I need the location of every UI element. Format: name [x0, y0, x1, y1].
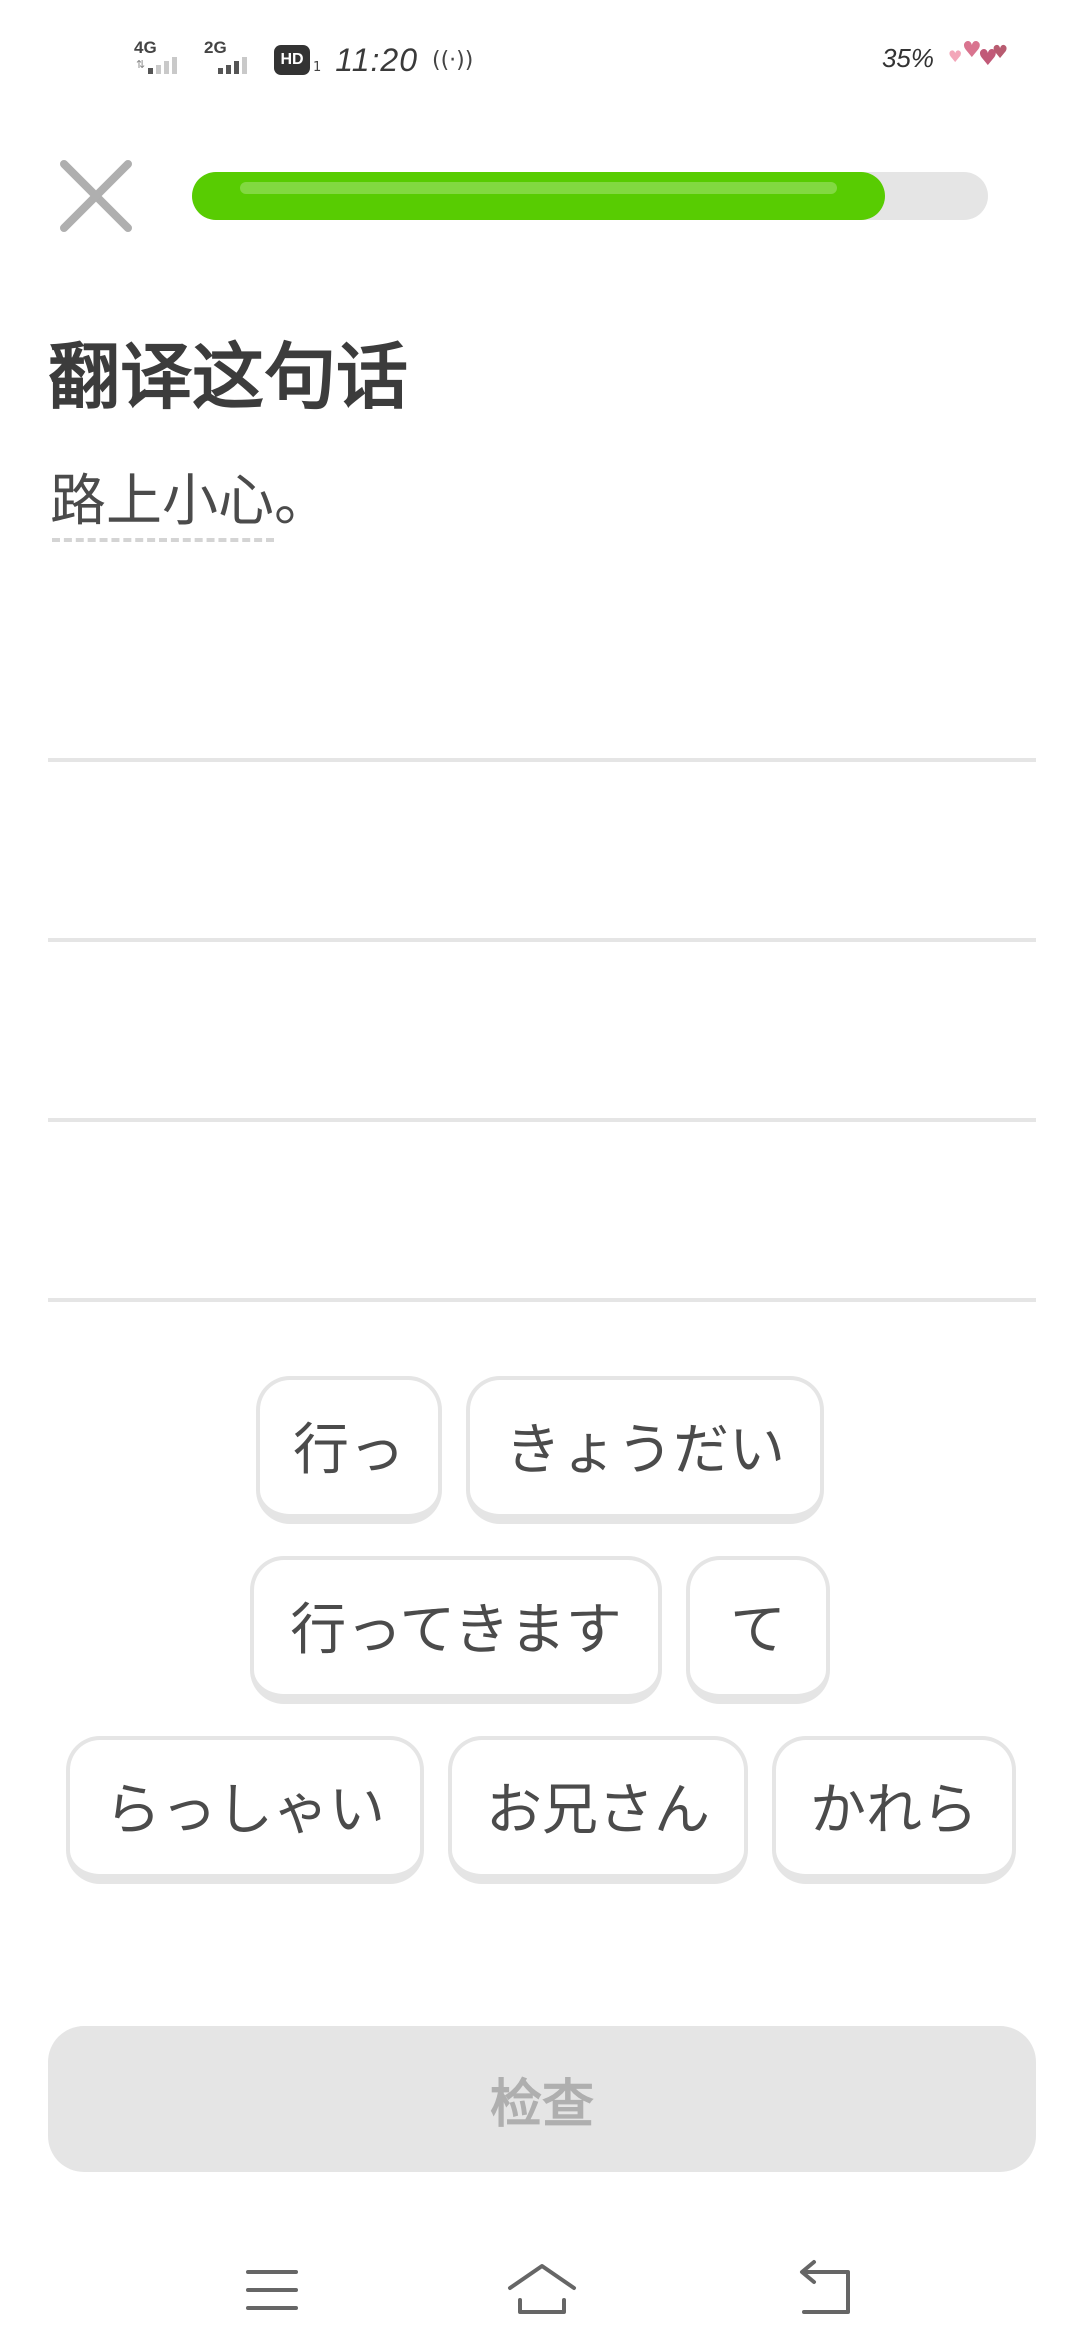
hotspot-icon: ((·)) — [431, 47, 474, 73]
hd-sub-label: 1 — [313, 60, 322, 75]
word-chip[interactable]: らっしゃい — [66, 1736, 424, 1884]
lesson-progress-fill — [192, 172, 885, 220]
exercise-title: 翻译这句话 — [48, 335, 409, 419]
answer-line-1 — [48, 758, 1036, 762]
system-nav-bar — [0, 2240, 1080, 2340]
back-icon — [800, 2260, 850, 2314]
prompt-text: 路上小心。 — [50, 469, 330, 534]
menu-button[interactable] — [232, 2250, 312, 2330]
word-chip[interactable]: かれら — [772, 1736, 1016, 1884]
network-type-1: 4G — [134, 38, 157, 57]
lesson-screen: 4G ⇅ 2G HD 1 11:20 ((·)) 35% ♥ ♥ ♥ ♥ 翻译这… — [0, 0, 1080, 2340]
signal-2g-icon: 2G — [204, 38, 260, 82]
home-button[interactable] — [502, 2250, 582, 2330]
word-chip[interactable]: 行ってきます — [250, 1556, 662, 1704]
word-chip[interactable]: 行っ — [256, 1376, 442, 1524]
network-type-2: 2G — [204, 38, 227, 57]
status-left: 4G ⇅ 2G HD 1 11:20 ((·)) — [134, 38, 473, 82]
signal-4g-icon: 4G ⇅ — [134, 38, 190, 82]
home-icon — [508, 2264, 576, 2314]
close-icon — [60, 160, 132, 232]
check-button[interactable]: 检查 — [48, 2026, 1036, 2172]
answer-line-3 — [48, 1118, 1036, 1122]
hd-voice-icon: HD 1 — [274, 45, 321, 75]
status-bar: 4G ⇅ 2G HD 1 11:20 ((·)) 35% ♥ ♥ ♥ ♥ — [0, 0, 1080, 120]
word-chip[interactable]: て — [686, 1556, 830, 1704]
hearts-battery-icon: ♥ ♥ ♥ ♥ — [948, 38, 1009, 71]
close-button[interactable] — [58, 158, 134, 234]
status-time: 11:20 — [335, 41, 418, 78]
status-right: 35% ♥ ♥ ♥ ♥ — [882, 40, 1010, 76]
prompt-sentence[interactable]: 路上小心。 — [50, 462, 330, 542]
answer-line-2 — [48, 938, 1036, 942]
word-chip[interactable]: きょうだい — [466, 1376, 824, 1524]
answer-line-4 — [48, 1298, 1036, 1302]
hint-underline — [52, 538, 274, 542]
hd-label: HD — [274, 45, 310, 75]
word-chip[interactable]: お兄さん — [448, 1736, 748, 1884]
back-button[interactable] — [788, 2250, 868, 2330]
battery-percent: 35% — [881, 42, 934, 73]
lesson-progress-bar — [192, 172, 988, 220]
menu-icon — [246, 2270, 298, 2310]
